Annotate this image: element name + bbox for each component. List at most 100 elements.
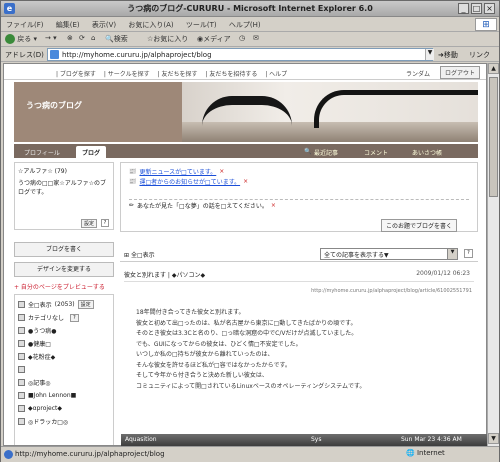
vertical-scrollbar[interactable]: ▲ ▼ — [487, 63, 499, 446]
search-button[interactable]: 🔍検索 — [105, 34, 128, 44]
article-permalink[interactable]: http://myhome.cururu.jp/alphaproject/blo… — [311, 288, 472, 294]
links-button[interactable]: リンク — [469, 50, 490, 60]
taskbar-app[interactable]: Aquasition — [125, 436, 157, 443]
nav-help[interactable]: | ヘルプ — [265, 71, 287, 78]
profile-name[interactable]: ☆アルファ☆ (79) — [18, 166, 110, 175]
category-item[interactable]: ◆花粉症◆ — [18, 350, 110, 363]
category-label[interactable]: ◆花粉症◆ — [28, 352, 55, 361]
blog-title[interactable]: うつ病のブログ — [26, 100, 82, 111]
toggle-icon[interactable] — [18, 353, 25, 360]
address-input[interactable]: http://myhome.cururu.jp/alphaproject/blo… — [47, 48, 433, 61]
category-item[interactable]: ◎ドラッカ□◎ — [18, 415, 110, 428]
category-label[interactable]: ●うつ病● — [28, 326, 56, 335]
category-item[interactable]: 全□表示 (2053) 設定 — [18, 298, 110, 311]
tab-profile[interactable]: プロフィール — [18, 146, 66, 158]
help-icon[interactable]: ? — [101, 219, 109, 227]
menu-favorites[interactable]: お気に入り(A) — [123, 17, 178, 30]
home-icon[interactable]: ⌂ — [91, 34, 95, 42]
refresh-icon[interactable]: ⟳ — [79, 34, 85, 42]
article-filter-select[interactable]: 全ての記事を表示する▼ ▼ — [320, 248, 458, 260]
address-dropdown[interactable]: ▼ — [425, 49, 434, 60]
nav-find-friends[interactable]: | 友だちを探す — [158, 71, 198, 78]
notice-item: 📰 運□者からのお知らせが□ています。 × — [129, 176, 469, 186]
forward-button[interactable]: → ▾ — [45, 34, 57, 42]
toggle-icon[interactable] — [18, 301, 25, 308]
favorites-button[interactable]: ☆お気に入り — [147, 34, 188, 44]
media-button[interactable]: ◉メディア — [197, 34, 231, 44]
toggle-icon[interactable] — [18, 366, 25, 373]
random-link[interactable]: ランダム — [406, 69, 430, 78]
category-item[interactable]: ●うつ病● — [18, 324, 110, 337]
scroll-thumb[interactable] — [489, 77, 498, 197]
toggle-icon[interactable] — [18, 405, 25, 412]
toggle-icon[interactable] — [18, 392, 25, 399]
toggle-icon[interactable] — [18, 314, 25, 321]
kettle-rim-shape — [314, 90, 478, 128]
address-bar: アドレス(D) http://myhome.cururu.jp/alphapro… — [1, 47, 499, 62]
chevron-down-icon: ▼ — [447, 249, 457, 259]
tab-blog[interactable]: ブログ — [76, 146, 107, 158]
site-top-nav: | ブログを探す | サークルを探す | 友だちを探す | 友だちを招待する |… — [4, 64, 486, 80]
notice-link[interactable]: 更新ニュースが□ています。 — [139, 167, 216, 176]
category-item[interactable]: カテゴリなし? — [18, 311, 110, 324]
scroll-down-icon[interactable]: ▼ — [488, 433, 499, 444]
category-label[interactable]: ◎記事◎ — [28, 378, 50, 387]
profile-settings-button[interactable]: 設定 — [81, 219, 98, 228]
menu-help[interactable]: ヘルプ(H) — [224, 17, 266, 30]
category-item[interactable]: ■John Lennon■ — [18, 389, 110, 402]
category-label[interactable]: ◎ドラッカ□◎ — [28, 417, 68, 426]
article-line: でも、GUIになってからの彼女は、ひどく情□不安定でした。 — [136, 340, 302, 348]
menu-edit[interactable]: 編集(E) — [51, 17, 85, 30]
stop-icon[interactable]: ⊗ — [67, 34, 73, 42]
taskbar-sys[interactable]: Sys — [311, 436, 322, 443]
history-icon[interactable]: ◷ — [239, 34, 245, 42]
toggle-icon[interactable] — [18, 327, 25, 334]
preview-link[interactable]: + 自分のページをプレビューする — [14, 282, 114, 291]
minimize-button[interactable]: _ — [458, 3, 469, 14]
show-all-label[interactable]: ⊞ 全□表示 — [124, 250, 155, 259]
category-item[interactable] — [18, 363, 110, 376]
category-label[interactable]: ●健康□ — [28, 339, 51, 348]
scroll-up-icon[interactable]: ▲ — [488, 63, 499, 74]
write-blog-button[interactable]: ブログを書く — [14, 242, 114, 257]
category-label[interactable]: ■John Lennon■ — [28, 392, 76, 399]
tab-comments[interactable]: コメント — [364, 148, 388, 157]
category-settings-button[interactable]: ? — [70, 313, 79, 322]
category-label[interactable]: ◆αproject◆ — [28, 405, 62, 412]
nav-find-circle[interactable]: | サークルを探す — [104, 71, 150, 78]
tab-recent-articles[interactable]: 最近記事 — [314, 148, 338, 157]
maximize-button[interactable]: □ — [471, 3, 482, 14]
write-theme-button[interactable]: このお題でブログを書く — [381, 219, 458, 232]
menu-view[interactable]: 表示(V) — [87, 17, 121, 30]
category-label[interactable]: 全□表示 — [28, 300, 52, 309]
nav-invite-friends[interactable]: | 友だちを招待する — [205, 71, 257, 78]
close-icon[interactable]: × — [219, 168, 224, 175]
category-label[interactable]: カテゴリなし — [28, 313, 64, 322]
change-design-button[interactable]: デザインを変更する — [14, 262, 114, 277]
nav-find-blog[interactable]: | ブログを探す — [56, 71, 96, 78]
category-item[interactable]: ◎記事◎ — [18, 376, 110, 389]
article-title[interactable]: 彼女と別れます | ◆パソコン◆ — [124, 272, 205, 279]
toggle-icon[interactable] — [18, 379, 25, 386]
notice-link[interactable]: 運□者からのお知らせが□ています。 — [139, 177, 240, 186]
category-settings-button[interactable]: 設定 — [77, 300, 94, 309]
security-zone: 🌐 Internet — [406, 449, 445, 457]
toggle-icon[interactable] — [18, 340, 25, 347]
menu-tools[interactable]: ツール(T) — [181, 17, 222, 30]
category-count: (2053) — [54, 301, 75, 308]
category-item[interactable]: ◆αproject◆ — [18, 402, 110, 415]
category-item[interactable]: ●健康□ — [18, 337, 110, 350]
page-viewport: | ブログを探す | サークルを探す | 友だちを探す | 友だちを招待する |… — [3, 63, 487, 446]
tab-greetings[interactable]: あいさつ帳 — [412, 148, 442, 157]
mail-icon[interactable]: ✉ — [253, 34, 259, 42]
logout-button[interactable]: ログアウト — [440, 66, 481, 79]
close-icon[interactable]: × — [243, 178, 248, 185]
close-button[interactable]: × — [484, 3, 495, 14]
help-icon[interactable]: ? — [464, 249, 473, 258]
article-line: 18年間付き合ってきた彼女と別れます。 — [136, 309, 245, 316]
close-icon[interactable]: × — [271, 202, 276, 209]
menu-file[interactable]: ファイル(F) — [1, 17, 49, 30]
back-button[interactable]: 戻る ▾ — [5, 34, 37, 44]
toggle-icon[interactable] — [18, 418, 25, 425]
go-button[interactable]: ➜移動 — [438, 50, 458, 60]
